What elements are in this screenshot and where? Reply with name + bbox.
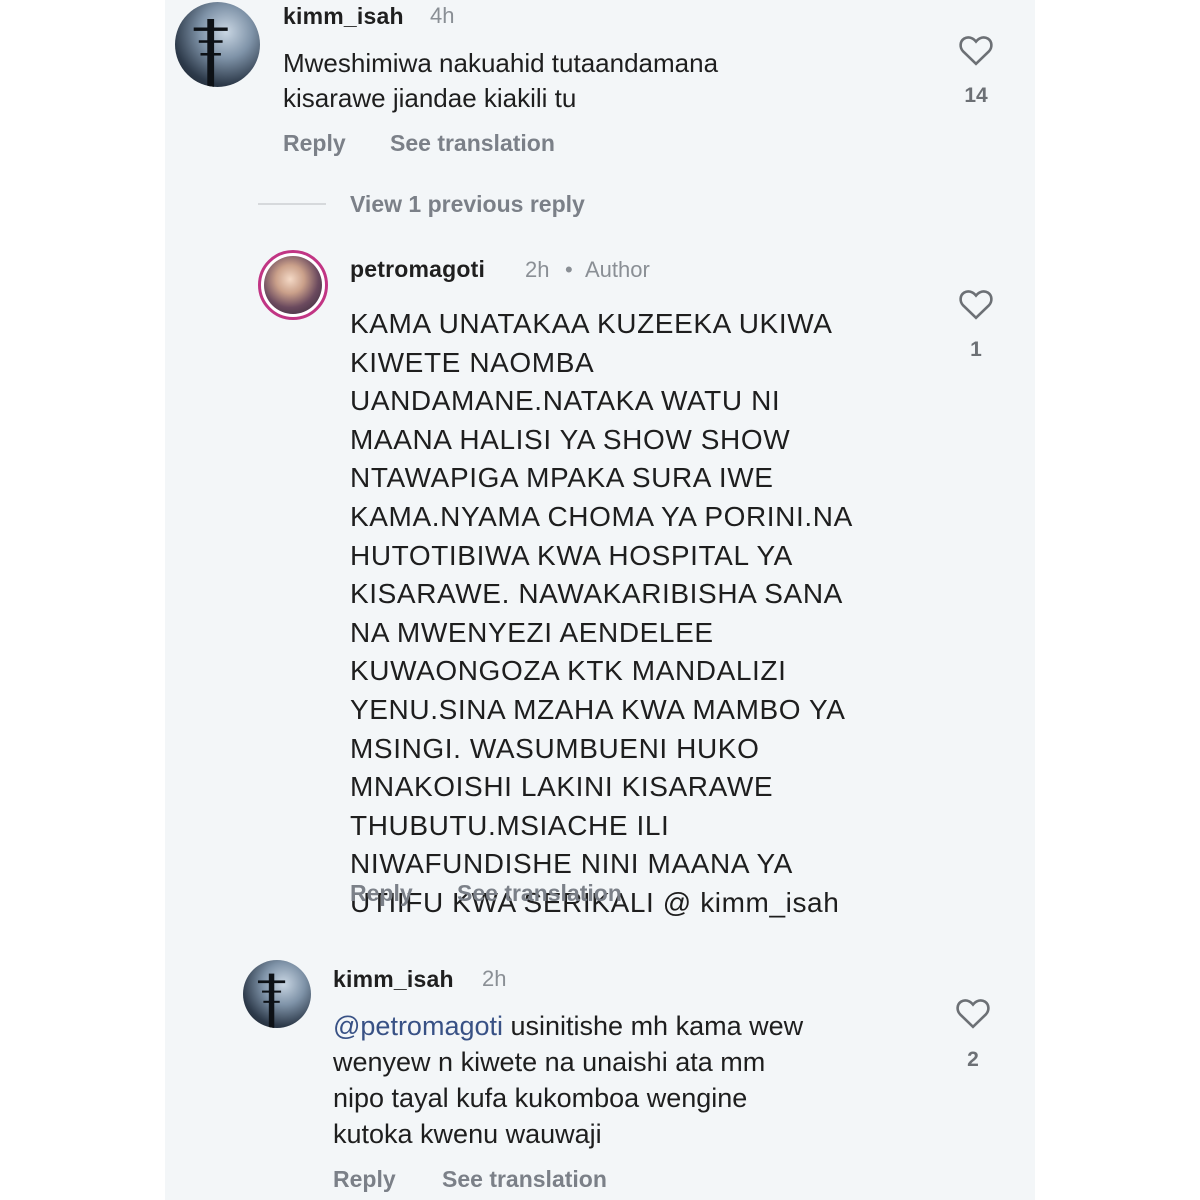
reply-button[interactable]: Reply: [283, 130, 346, 157]
reply-time: 2h: [525, 257, 550, 282]
avatar-photo: [257, 973, 286, 1028]
avatar[interactable]: [243, 960, 311, 1028]
see-translation-button[interactable]: See translation: [442, 1166, 607, 1193]
avatar[interactable]: [175, 2, 260, 87]
view-previous-replies[interactable]: View 1 previous reply: [350, 191, 585, 218]
reply-time: 2h: [482, 966, 507, 991]
like-count: 2: [967, 1048, 979, 1071]
comment-time: 4h: [430, 3, 455, 28]
comment-username[interactable]: kimm_isah: [283, 3, 404, 30]
replies-divider: [258, 203, 326, 205]
avatar-photo: [193, 19, 228, 87]
meta-separator: •: [565, 257, 573, 282]
see-translation-button[interactable]: See translation: [457, 880, 622, 907]
heart-icon[interactable]: [958, 34, 994, 66]
heart-icon[interactable]: [955, 997, 991, 1029]
reply-username[interactable]: kimm_isah: [333, 966, 454, 993]
avatar-photo: [264, 256, 322, 314]
reply-text: @petromagoti usinitishe mh kama wew weny…: [333, 1011, 804, 1149]
reply-button[interactable]: Reply: [350, 880, 413, 907]
see-translation-button[interactable]: See translation: [390, 130, 555, 157]
reply-username[interactable]: petromagoti: [350, 256, 485, 283]
reply-button[interactable]: Reply: [333, 1166, 396, 1193]
heart-icon[interactable]: [958, 288, 994, 320]
mention-link[interactable]: @petromagoti: [333, 1011, 503, 1041]
like-count: 14: [964, 84, 988, 107]
comment-text: Mweshimiwa nakuahid tutaandamana kisaraw…: [283, 48, 719, 113]
avatar[interactable]: [258, 250, 328, 320]
reply-text: KAMA UNATAKAA KUZEEKA UKIWA KIWETE NAOMB…: [350, 308, 853, 918]
author-badge: Author: [585, 257, 650, 282]
like-count: 1: [970, 338, 982, 361]
